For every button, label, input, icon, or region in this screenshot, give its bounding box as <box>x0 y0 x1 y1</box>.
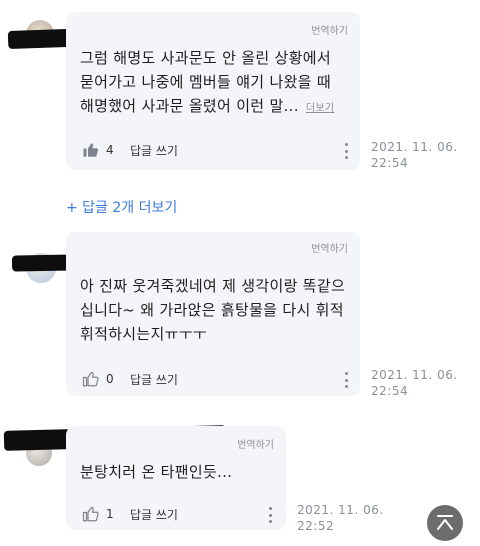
comment-thread: 번역하기 그럼 해명도 사과문도 안 올린 상황에서 묻어가고 나중에 멤버들 … <box>0 0 480 546</box>
more-vertical-icon[interactable] <box>268 507 272 523</box>
thumbs-up-icon[interactable] <box>82 141 100 159</box>
translate-button[interactable]: 번역하기 <box>311 22 348 37</box>
thumbs-up-icon[interactable] <box>82 505 100 523</box>
timestamp-date: 2021. 11. 06. <box>371 140 458 154</box>
comment-timestamp: 2021. 11. 06. 22:52 <box>297 502 384 534</box>
comment-text: 분탕치러 온 타팬인듯... <box>80 460 280 484</box>
comment-actions: 4 답글 쓰기 <box>82 141 178 159</box>
timestamp-date: 2021. 11. 06. <box>371 368 458 382</box>
like-count: 4 <box>106 143 114 157</box>
comment-bubble: 번역하기 그럼 해명도 사과문도 안 올린 상황에서 묻어가고 나중에 멤버들 … <box>66 12 360 170</box>
like-count: 1 <box>106 507 114 521</box>
read-more-link[interactable]: 더보기 <box>306 103 335 114</box>
comment-actions: 0 답글 쓰기 <box>82 370 178 388</box>
like-count: 0 <box>106 372 114 386</box>
scroll-to-top-button[interactable] <box>427 505 463 541</box>
scroll-to-top-icon <box>437 515 453 530</box>
comment-bubble: 번역하기 분탕치러 온 타팬인듯... 1 답글 쓰기 <box>66 426 286 530</box>
comment-text: 그럼 해명도 사과문도 안 올린 상황에서 묻어가고 나중에 멤버들 얘기 나왔… <box>80 46 356 121</box>
timestamp-time: 22:54 <box>371 384 409 398</box>
comment-text: 아 진짜 웃겨죽겠네여 제 생각이랑 똑같으 십니다~ 왜 가라앉은 흙탕물을 … <box>80 274 356 346</box>
comment-text-line: 그럼 해명도 사과문도 안 올린 상황에서 <box>80 49 331 67</box>
more-vertical-icon[interactable] <box>344 372 348 388</box>
comment-bubble: 번역하기 아 진짜 웃겨죽겠네여 제 생각이랑 똑같으 십니다~ 왜 가라앉은 … <box>66 232 360 396</box>
reply-button[interactable]: 답글 쓰기 <box>130 371 178 388</box>
comment-text-line: 분탕치러 온 타팬인듯... <box>80 463 233 481</box>
comment-text-line: 아 진짜 웃겨죽겠네여 제 생각이랑 똑같으 <box>80 277 346 295</box>
more-replies-link[interactable]: + 답글 2개 더보기 <box>66 197 177 217</box>
comment-text-line: 묻어가고 나중에 멤버들 얘기 나왔을 때 <box>80 73 331 91</box>
comment-text-line: 해명했어 사과문 올렸어 이런 말... <box>80 97 299 115</box>
thumbs-up-icon[interactable] <box>82 370 100 388</box>
comment-text-line: 휘적하시는지ㅠㅜㅜ <box>80 325 207 343</box>
comment-actions: 1 답글 쓰기 <box>82 505 178 523</box>
reply-button[interactable]: 답글 쓰기 <box>130 142 178 159</box>
comment-timestamp: 2021. 11. 06. 22:54 <box>371 367 458 399</box>
translate-button[interactable]: 번역하기 <box>311 240 348 255</box>
more-vertical-icon[interactable] <box>344 143 348 159</box>
reply-button[interactable]: 답글 쓰기 <box>130 506 178 523</box>
translate-button[interactable]: 번역하기 <box>237 436 274 451</box>
comment-text-line: 십니다~ 왜 가라앉은 흙탕물을 다시 휘적 <box>80 301 344 319</box>
comment-timestamp: 2021. 11. 06. 22:54 <box>371 139 458 171</box>
timestamp-date: 2021. 11. 06. <box>297 503 384 517</box>
timestamp-time: 22:52 <box>297 519 335 533</box>
timestamp-time: 22:54 <box>371 156 409 170</box>
